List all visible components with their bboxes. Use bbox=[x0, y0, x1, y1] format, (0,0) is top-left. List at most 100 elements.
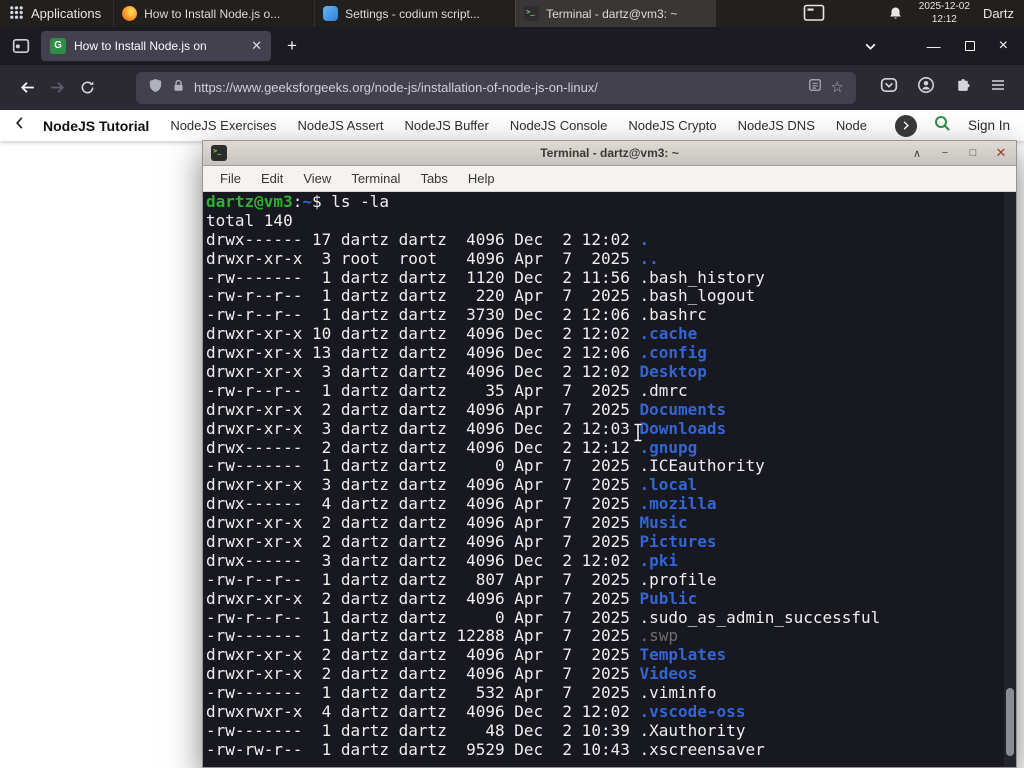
file-listing: drwx------ 17 dartz dartz 4096 Dec 2 12:… bbox=[206, 229, 1016, 760]
new-tab-button[interactable]: + bbox=[279, 36, 305, 56]
subnav-link[interactable]: NodeJS Assert bbox=[298, 118, 384, 133]
subnav-link[interactable]: NodeJS Exercises bbox=[170, 118, 276, 133]
terminal-screen[interactable]: dartz@vm3:~$ ls -la total 140 drwx------… bbox=[203, 192, 1016, 767]
taskbar-window-button[interactable]: Terminal - dartz@vm3: ~ bbox=[515, 0, 717, 27]
file-name: .pki bbox=[639, 550, 679, 570]
back-icon[interactable] bbox=[12, 73, 42, 103]
file-attrs: drwx------ 2 dartz dartz 4096 Dec 2 12:1… bbox=[206, 437, 640, 457]
file-attrs: drwxr-xr-x 10 dartz dartz 4096 Dec 2 12:… bbox=[206, 324, 640, 344]
prompt-line: dartz@vm3:~$ ls -la bbox=[206, 192, 1016, 212]
subnav-link[interactable]: NodeJS Tutorial bbox=[43, 118, 149, 134]
tray-window-icon[interactable] bbox=[802, 3, 826, 24]
maximize-button[interactable] bbox=[964, 41, 975, 51]
terminal-menu-item[interactable]: Help bbox=[458, 171, 505, 186]
file-listing-row: drwxr-xr-x 3 root root 4096 Apr 7 2025 .… bbox=[206, 249, 1016, 269]
bookmark-star-icon[interactable]: ☆ bbox=[831, 80, 844, 95]
terminal-menu-item[interactable]: Tabs bbox=[410, 171, 457, 186]
taskbar-window-title: Terminal - dartz@vm3: ~ bbox=[546, 6, 678, 21]
terminal-app-icon bbox=[211, 145, 227, 161]
file-listing-row: -rw------- 1 dartz dartz 12288 Apr 7 202… bbox=[206, 627, 1016, 646]
url-bar[interactable]: https://www.geeksforgeeks.org/node-js/in… bbox=[136, 71, 856, 104]
file-attrs: drwx------ 17 dartz dartz 4096 Dec 2 12:… bbox=[206, 229, 640, 249]
subnav-link[interactable]: Node bbox=[836, 118, 867, 133]
nav-scroll-right-button[interactable] bbox=[894, 114, 917, 137]
file-listing-row: drwxr-xr-x 2 dartz dartz 4096 Apr 7 2025… bbox=[206, 513, 1016, 533]
firefox-view-icon[interactable] bbox=[12, 37, 30, 55]
subnav-link[interactable]: NodeJS Console bbox=[510, 118, 608, 133]
lock-icon[interactable] bbox=[172, 79, 185, 97]
prompt-sep: : bbox=[292, 192, 303, 211]
file-listing-row: -rw------- 1 dartz dartz 1120 Dec 2 11:5… bbox=[206, 268, 1016, 288]
terminal-window-controls: ∧ − □ ✕ bbox=[910, 145, 1008, 161]
reload-icon[interactable] bbox=[72, 73, 102, 103]
file-name: .bash_logout bbox=[639, 286, 756, 306]
file-attrs: -rw-r--r-- 1 dartz dartz 0 Apr 7 2025 bbox=[206, 607, 640, 627]
shield-icon[interactable] bbox=[148, 78, 163, 98]
clock-date: 2025-12-02 bbox=[918, 1, 970, 12]
file-name: Templates bbox=[639, 645, 727, 665]
taskbar-window-button[interactable]: How to Install Node.js o... bbox=[113, 0, 314, 27]
minimize-button[interactable]: − bbox=[938, 147, 952, 159]
close-button[interactable]: × bbox=[999, 37, 1008, 55]
file-name: .local bbox=[639, 475, 698, 495]
file-listing-row: drwxr-xr-x 3 dartz dartz 4096 Dec 2 12:0… bbox=[206, 419, 1016, 439]
tab-close-icon[interactable]: ✕ bbox=[251, 38, 262, 54]
panel-user-menu[interactable]: Dartz bbox=[983, 6, 1014, 21]
file-listing-row: drwx------ 17 dartz dartz 4096 Dec 2 12:… bbox=[206, 229, 1016, 250]
subnav-link[interactable]: NodeJS Buffer bbox=[405, 118, 489, 133]
toolbar-right-icons bbox=[880, 76, 1012, 99]
url-text[interactable]: https://www.geeksforgeeks.org/node-js/in… bbox=[194, 80, 799, 95]
search-icon[interactable] bbox=[934, 115, 951, 137]
file-listing-row: drwxrwxr-x 4 dartz dartz 4096 Dec 2 12:0… bbox=[206, 702, 1016, 722]
terminal-menu-item[interactable]: Edit bbox=[251, 171, 293, 186]
total-line: total 140 bbox=[206, 210, 293, 230]
file-listing-row: -rw------- 1 dartz dartz 532 Apr 7 2025 … bbox=[206, 683, 1016, 703]
terminal-titlebar[interactable]: Terminal - dartz@vm3: ~ ∧ − □ ✕ bbox=[203, 141, 1016, 166]
sign-in-button[interactable]: Sign In bbox=[968, 118, 1010, 133]
taskbar-window-icon bbox=[323, 6, 339, 21]
minimize-button[interactable]: — bbox=[927, 38, 941, 54]
file-name: .profile bbox=[639, 569, 717, 589]
file-name: .Xauthority bbox=[639, 720, 746, 740]
account-icon[interactable] bbox=[917, 76, 935, 99]
subnav-items: NodeJS Tutorial NodeJS Exercises NodeJS … bbox=[43, 118, 877, 134]
file-listing-row: drwxr-xr-x 3 dartz dartz 4096 Dec 2 12:0… bbox=[206, 362, 1016, 382]
panel-clock[interactable]: 2025-12-02 12:12 bbox=[919, 1, 970, 26]
terminal-menu-item[interactable]: File bbox=[210, 171, 251, 186]
terminal-menu-item[interactable]: Terminal bbox=[341, 171, 410, 186]
reader-mode-icon[interactable] bbox=[808, 78, 822, 97]
file-name: .xscreensaver bbox=[639, 739, 765, 759]
nav-scroll-left-icon[interactable] bbox=[14, 116, 25, 135]
taskbar-window-button[interactable]: Settings - codium script... bbox=[314, 0, 515, 27]
terminal-scrollbar-track[interactable] bbox=[1004, 192, 1016, 767]
file-listing-row: drwxr-xr-x 10 dartz dartz 4096 Dec 2 12:… bbox=[206, 324, 1016, 344]
file-listing-row: -rw-r--r-- 1 dartz dartz 220 Apr 7 2025 … bbox=[206, 287, 1016, 306]
file-listing-row: drwxr-xr-x 2 dartz dartz 4096 Apr 7 2025… bbox=[206, 532, 1016, 552]
file-name: .sudo_as_admin_successful bbox=[639, 607, 881, 627]
terminal-menubar: File Edit View Terminal Tabs Help bbox=[203, 166, 1016, 192]
terminal-menu-item[interactable]: View bbox=[293, 171, 341, 186]
file-name: .dmrc bbox=[639, 380, 688, 400]
applications-menu-button[interactable]: Applications bbox=[0, 0, 113, 27]
file-listing-row: -rw-r--r-- 1 dartz dartz 35 Apr 7 2025 .… bbox=[206, 380, 1016, 401]
navigation-toolbar: https://www.geeksforgeeks.org/node-js/in… bbox=[0, 65, 1024, 110]
pocket-icon[interactable] bbox=[880, 76, 898, 99]
terminal-title: Terminal - dartz@vm3: ~ bbox=[540, 146, 679, 160]
close-button[interactable]: ✕ bbox=[994, 145, 1008, 161]
menu-icon[interactable] bbox=[990, 77, 1006, 98]
browser-tab-active[interactable]: G How to Install Node.js on ✕ bbox=[41, 31, 271, 61]
subnav-link[interactable]: NodeJS Crypto bbox=[628, 118, 716, 133]
file-listing-row: drwxr-xr-x 2 dartz dartz 4096 Apr 7 2025… bbox=[206, 589, 1016, 609]
prompt-symbol: $ bbox=[311, 192, 332, 211]
extensions-icon[interactable] bbox=[954, 77, 971, 99]
all-tabs-chevron-icon[interactable] bbox=[864, 40, 877, 53]
subnav-link[interactable]: NodeJS DNS bbox=[738, 118, 815, 133]
notifications-bell-icon[interactable] bbox=[888, 6, 903, 21]
forward-icon[interactable] bbox=[42, 73, 72, 103]
maximize-button[interactable]: □ bbox=[966, 147, 980, 159]
terminal-scrollbar-thumb[interactable] bbox=[1006, 688, 1014, 756]
file-attrs: -rw------- 1 dartz dartz 0 Apr 7 2025 bbox=[206, 456, 640, 476]
file-attrs: -rw-r--r-- 1 dartz dartz 3730 Dec 2 12:0… bbox=[206, 305, 640, 325]
file-attrs: -rw-r--r-- 1 dartz dartz 807 Apr 7 2025 bbox=[206, 569, 640, 589]
shade-button[interactable]: ∧ bbox=[910, 147, 924, 160]
